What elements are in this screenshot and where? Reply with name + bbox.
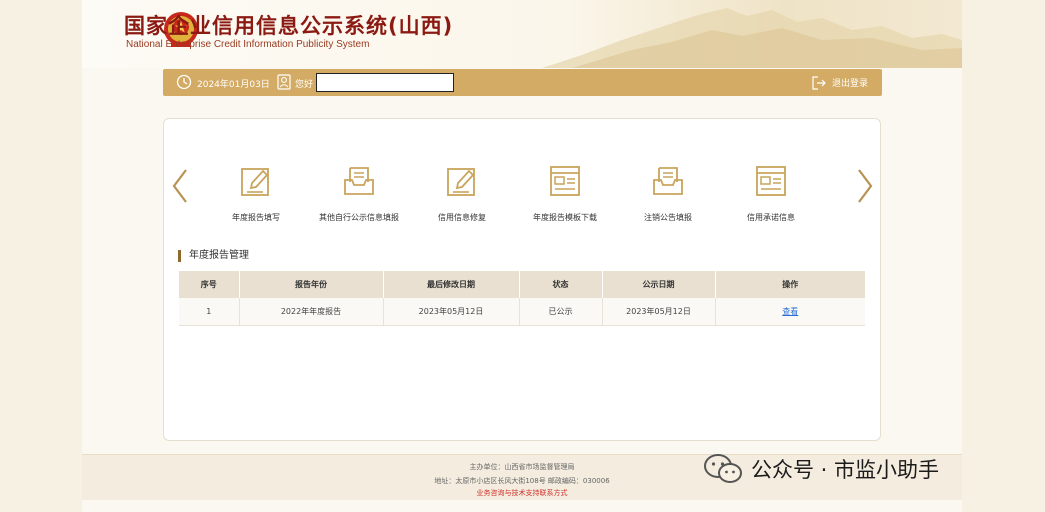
- cell-modified-date: 2023年05月12日: [382, 298, 519, 326]
- user-icon: [277, 74, 291, 90]
- watermark-text: 公众号 · 市监小助手: [751, 458, 940, 482]
- section-title: 年度报告管理: [178, 250, 249, 262]
- column-header: 操作: [714, 271, 865, 298]
- function-other-publicity[interactable]: 其他自行公示信息填报: [304, 164, 414, 230]
- logout-icon: [812, 75, 826, 90]
- cell-action: 查看: [714, 298, 865, 326]
- inbox-doc-icon: [653, 167, 683, 195]
- function-annual-report-fill[interactable]: 年度报告填写: [201, 164, 311, 230]
- table-header-row: 序号 报告年份 最后修改日期 状态 公示日期 操作: [179, 271, 865, 298]
- user-toolbar: 2024年01月03日 您好 退出登录: [163, 69, 882, 96]
- function-template-download[interactable]: 年度报告模板下载: [510, 164, 620, 230]
- mountain-decoration: [542, 8, 962, 68]
- function-cancellation-notice[interactable]: 注销公告填报: [613, 164, 723, 230]
- column-header: 序号: [179, 271, 239, 298]
- function-label: 信用信息修复: [438, 213, 486, 222]
- view-link[interactable]: 查看: [782, 307, 798, 316]
- annual-report-table: 序号 报告年份 最后修改日期 状态 公示日期 操作 1 2022年年度报告 20…: [179, 271, 865, 326]
- cell-publish-date: 2023年05月12日: [601, 298, 715, 326]
- carousel-prev-arrow[interactable]: [170, 168, 190, 204]
- function-credit-commitment[interactable]: 信用承诺信息: [716, 164, 826, 230]
- function-label: 年度报告填写: [232, 213, 280, 222]
- function-label: 信用承诺信息: [747, 213, 795, 222]
- current-date: 2024年01月03日: [197, 80, 270, 90]
- site-subtitle: National Enterprise Credit Information P…: [126, 39, 370, 50]
- column-header: 最后修改日期: [382, 271, 519, 298]
- pen-doc-icon: [447, 168, 475, 196]
- column-header: 公示日期: [601, 271, 715, 298]
- inbox-doc-icon: [344, 167, 374, 195]
- cell-status: 已公示: [518, 298, 602, 326]
- greeting-label: 您好: [295, 80, 314, 90]
- function-label: 其他自行公示信息填报: [319, 213, 399, 222]
- table-row: 1 2022年年度报告 2023年05月12日 已公示 2023年05月12日 …: [179, 298, 865, 326]
- logout-label: 退出登录: [831, 79, 868, 89]
- clock-icon: [176, 74, 192, 90]
- template-doc-icon: [756, 166, 786, 196]
- site-title: 国家企业信用信息公示系统(山西): [124, 14, 454, 38]
- column-header: 报告年份: [238, 271, 383, 298]
- function-label: 注销公告填报: [644, 213, 692, 222]
- username-display: [316, 73, 454, 92]
- wechat-watermark: 公众号 · 市监小助手: [703, 452, 939, 486]
- pen-doc-icon: [241, 168, 269, 196]
- cell-serial: 1: [179, 298, 239, 326]
- cell-report-year: 2022年年度报告: [238, 298, 383, 326]
- column-header: 状态: [518, 271, 602, 298]
- template-doc-icon: [550, 166, 580, 196]
- footer-support-link[interactable]: 业务咨询与技术支持联系方式: [82, 488, 962, 498]
- carousel-next-arrow[interactable]: [855, 168, 875, 204]
- function-label: 年度报告模板下载: [533, 213, 597, 222]
- logout-button[interactable]: 退出登录: [812, 74, 868, 91]
- function-credit-repair[interactable]: 信用信息修复: [407, 164, 517, 230]
- wechat-icon: [704, 454, 742, 483]
